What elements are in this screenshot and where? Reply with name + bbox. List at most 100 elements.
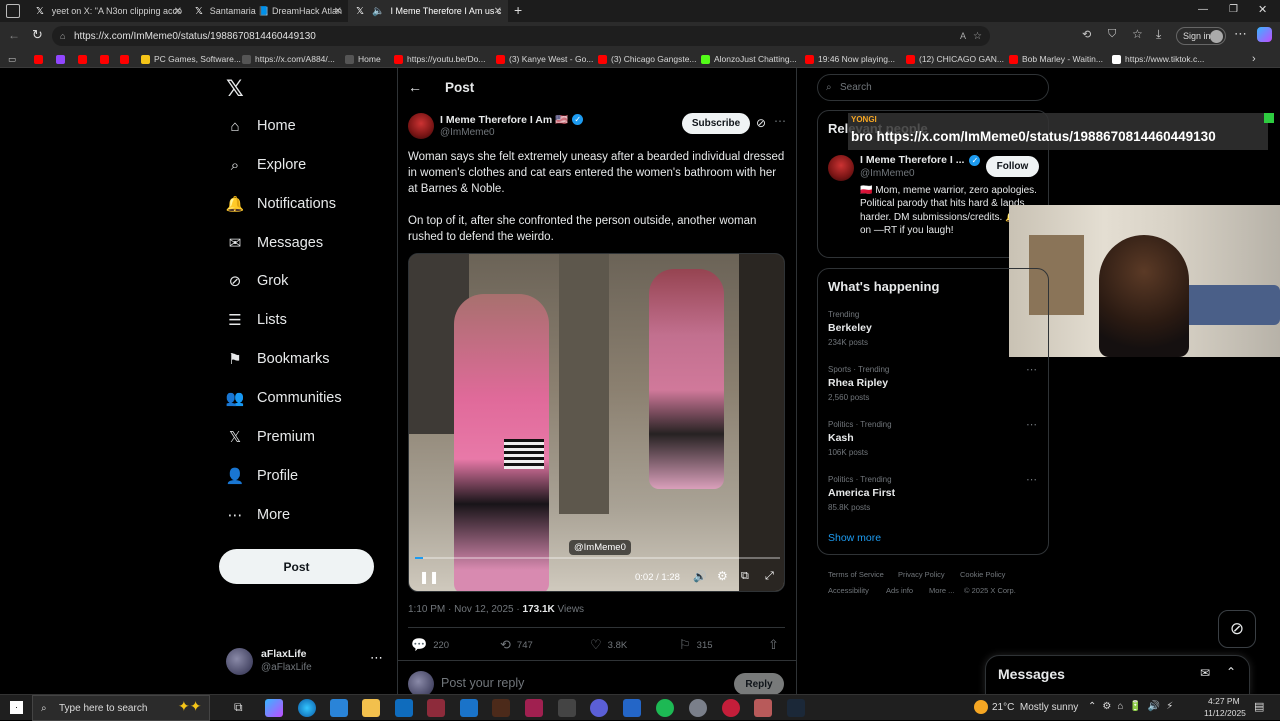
footer-link[interactable]: Ads info — [886, 586, 913, 595]
app-icon[interactable] — [689, 699, 707, 717]
nav-item-more[interactable]: ⋯ More — [226, 506, 291, 524]
copilot-icon[interactable] — [1257, 27, 1272, 42]
refresh-icon[interactable]: ↻ — [32, 27, 43, 43]
outlook-icon[interactable] — [395, 699, 413, 717]
trend-item[interactable]: Politics · Trending Kash 106K posts — [828, 420, 892, 457]
new-tab-button[interactable]: + — [514, 2, 522, 18]
bookmark-item[interactable]: https://youtu.be/Do... — [394, 52, 485, 66]
share-action[interactable]: ⇧ — [768, 637, 785, 653]
volume-icon[interactable]: 🔊 — [693, 570, 707, 583]
video-player[interactable]: @ImMeme0 ❚❚ 0:02 / 1:28 🔊 ⚙ ⧉ ⤢ — [408, 253, 785, 592]
nav-item-bookmarks[interactable]: ⚑ Bookmarks — [226, 350, 329, 368]
extensions-icon[interactable]: ⟲ — [1082, 28, 1091, 41]
back-arrow-icon[interactable]: ← — [408, 79, 422, 95]
bookmark-action[interactable]: ⚐ 315 — [679, 637, 713, 653]
youtube-icon[interactable] — [78, 52, 91, 66]
pip-icon[interactable]: ⧉ — [741, 570, 749, 583]
bookmark-item[interactable]: (3) Kanye West - Go... — [496, 52, 593, 66]
pause-icon[interactable]: ❚❚ — [419, 570, 439, 584]
follow-button[interactable]: Follow — [986, 156, 1039, 177]
app-icon[interactable] — [525, 699, 543, 717]
edge-icon[interactable] — [298, 699, 316, 717]
sparkles-icon[interactable]: ✦✦ — [178, 698, 201, 715]
bookmark-item[interactable]: (3) Chicago Gangste... — [598, 52, 697, 66]
app-icon[interactable] — [427, 699, 445, 717]
chevron-right-icon[interactable]: › — [1252, 52, 1256, 66]
repost-action[interactable]: ⟲ 747 — [500, 637, 533, 653]
spotify-icon[interactable] — [656, 699, 674, 717]
shield-icon[interactable]: ⛉ — [1108, 28, 1116, 41]
store-icon[interactable] — [330, 699, 348, 717]
footer-link[interactable]: Accessibility — [828, 586, 869, 595]
app-icon[interactable] — [492, 699, 510, 717]
avatar[interactable] — [828, 155, 854, 181]
subscribe-button[interactable]: Subscribe — [682, 113, 750, 134]
bookmark-icon[interactable]: ▭ — [8, 52, 16, 66]
menu-dots-icon[interactable]: ⋯ — [1234, 26, 1247, 42]
messages-drawer[interactable]: Messages ✉ ⌃ — [985, 655, 1250, 695]
close-icon[interactable]: ✕ — [174, 6, 182, 17]
browser-tab-2[interactable]: 𝕏 Santamaria 📘 DreamHack Atlan ✕ — [188, 0, 348, 22]
maximize-button[interactable]: ❐ — [1229, 4, 1238, 15]
tab-actions-icon[interactable] — [6, 4, 20, 18]
app-icon[interactable] — [722, 699, 740, 717]
speaker-icon[interactable]: 🔈 — [372, 6, 384, 17]
relevant-person-name[interactable]: I Meme Therefore I ... ✓ — [860, 154, 981, 166]
nav-item-notifications[interactable]: 🔔 Notifications — [226, 195, 336, 213]
read-aloud-icon[interactable]: A — [960, 31, 966, 41]
notification-icon[interactable]: ▤ — [1254, 700, 1264, 713]
footer-link[interactable]: More ... — [929, 586, 954, 595]
youtube-icon[interactable] — [34, 52, 47, 66]
nav-item-premium[interactable]: 𝕏 Premium — [226, 428, 315, 446]
fullscreen-icon[interactable]: ⤢ — [765, 570, 774, 583]
minimize-button[interactable]: — — [1198, 4, 1208, 15]
nav-item-explore[interactable]: ⌕ Explore — [226, 156, 306, 174]
more-dots-icon[interactable]: ⋯ — [774, 114, 786, 128]
footer-link[interactable]: Privacy Policy — [898, 570, 945, 579]
nav-item-lists[interactable]: ☰ Lists — [226, 311, 287, 329]
bookmark-item[interactable]: Home — [345, 52, 381, 66]
trend-item[interactable]: Sports · Trending Rhea Ripley 2,560 posts — [828, 365, 889, 402]
browser-tab-1[interactable]: 𝕏 yeet on X: "A N3on clipping acco ✕ — [28, 0, 188, 22]
grok-floating-button[interactable]: ⊘ — [1218, 610, 1256, 648]
chevron-up-icon[interactable]: ⌃ — [1226, 665, 1236, 679]
more-dots-icon[interactable]: ⋯ — [370, 650, 383, 666]
windows-start-icon[interactable] — [10, 701, 23, 714]
browser-tab-3[interactable]: 𝕏 🔈 I Meme Therefore I Am us c ✕ — [348, 0, 508, 22]
favorite-star-icon[interactable]: ☆ — [973, 31, 982, 42]
app-icon[interactable] — [590, 699, 608, 717]
app-icon[interactable] — [460, 699, 478, 717]
video-progress-track[interactable] — [415, 557, 780, 559]
file-explorer-icon[interactable] — [362, 699, 380, 717]
sign-in-button[interactable]: Sign in — [1176, 27, 1226, 45]
more-dots-icon[interactable]: ⋯ — [1026, 418, 1037, 431]
bookmark-item[interactable]: AlonzoJust Chatting... — [701, 52, 797, 66]
trend-item[interactable]: Politics · Trending America First 85.8K po… — [828, 475, 895, 512]
footer-link[interactable]: Cookie Policy — [960, 570, 1005, 579]
bookmark-item[interactable]: 19:46 Now playing... — [805, 52, 895, 66]
trend-item[interactable]: Trending Berkeley 234K posts — [828, 310, 872, 347]
reply-button[interactable]: Reply — [734, 673, 784, 695]
close-icon[interactable]: ✕ — [334, 6, 342, 17]
nav-item-home[interactable]: ⌂ Home — [226, 117, 295, 135]
page-info-icon[interactable]: ⌂ — [60, 31, 65, 41]
task-view-icon[interactable]: ⧉ — [234, 700, 243, 715]
favorites-icon[interactable]: ☆ — [1132, 27, 1143, 41]
bookmark-item[interactable]: https://x.com/A884/... — [242, 52, 335, 66]
new-message-icon[interactable]: ✉ — [1200, 666, 1210, 680]
bookmark-item[interactable]: (12) CHICAGO GAN... — [906, 52, 1004, 66]
tweet-author-handle[interactable]: @ImMeme0 — [440, 127, 495, 138]
twitch-icon[interactable] — [56, 52, 69, 66]
nav-item-profile[interactable]: 👤 Profile — [226, 467, 298, 485]
search-input[interactable]: ⌕ Search — [817, 74, 1049, 101]
youtube-icon[interactable] — [120, 52, 133, 66]
like-action[interactable]: ♡ 3.8K — [590, 637, 627, 653]
close-window-button[interactable]: ✕ — [1258, 3, 1267, 16]
account-switcher[interactable]: aFlaxLife @aFlaxLife ⋯ — [226, 646, 386, 678]
settings-gear-icon[interactable]: ⚙ — [717, 569, 728, 583]
bookmark-item[interactable]: PC Games, Software... — [141, 52, 241, 66]
copilot-icon[interactable] — [265, 699, 283, 717]
nav-item-messages[interactable]: ✉ Messages — [226, 234, 323, 252]
x-logo-icon[interactable]: 𝕏 — [226, 76, 244, 102]
nav-item-communities[interactable]: 👥 Communities — [226, 389, 342, 407]
